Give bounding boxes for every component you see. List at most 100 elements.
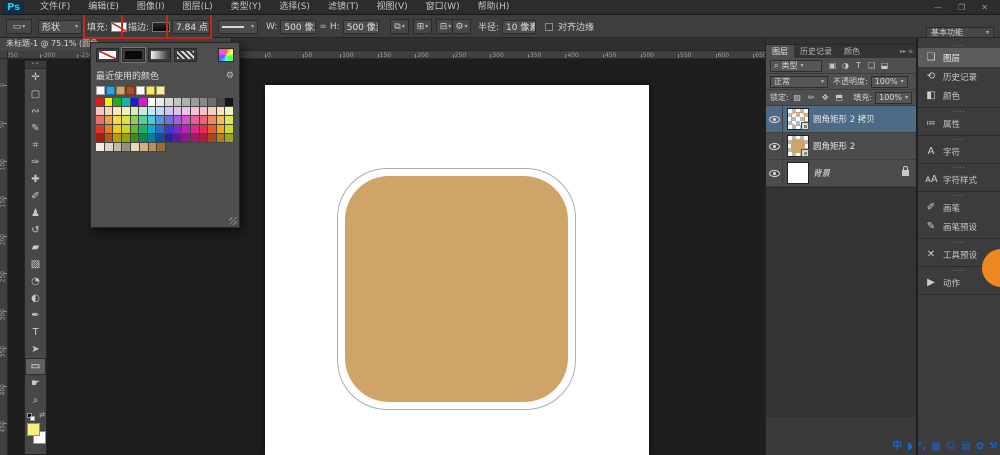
filter-adjustment-layers-icon[interactable]: ◑ [840, 61, 851, 70]
strip-layers-button[interactable]: ❏图层 [918, 48, 1000, 67]
ime-emoticon-icon[interactable]: ☺ [946, 440, 956, 454]
workspace-switcher[interactable]: 基本功能 ▾ [926, 27, 994, 38]
layer-row[interactable]: 背景 [766, 160, 916, 187]
color-swatch[interactable] [122, 116, 131, 125]
color-swatch[interactable] [217, 134, 226, 143]
rounded-rectangle-tool[interactable]: ▭ [25, 358, 46, 375]
blend-mode-select[interactable]: 正常 ▾ [770, 76, 828, 88]
gradient-tool[interactable]: ▧ [25, 256, 46, 273]
color-swatch[interactable] [105, 116, 114, 125]
recent-color-swatch[interactable] [146, 86, 155, 95]
visibility-toggle[interactable] [766, 106, 783, 132]
crop-tool[interactable]: ⌗ [25, 137, 46, 154]
pen-tool[interactable]: ✒ [25, 307, 46, 324]
quick-selection-tool[interactable]: ✎ [25, 120, 46, 137]
foreground-color-swatch[interactable] [27, 423, 40, 436]
ime-softkeyboard-icon[interactable]: ▦ [931, 440, 940, 454]
recent-color-swatch[interactable] [156, 86, 165, 95]
fill-gradient-button[interactable] [148, 48, 171, 62]
color-swatch[interactable] [105, 98, 114, 107]
tab-图层[interactable]: 图层 [766, 45, 794, 58]
layer-thumbnail[interactable] [787, 108, 809, 130]
color-swatch[interactable] [182, 98, 191, 107]
color-swatch[interactable] [139, 116, 148, 125]
color-swatch[interactable] [105, 107, 114, 116]
stroke-color-swatch[interactable] [152, 22, 170, 32]
color-swatch[interactable] [200, 107, 209, 116]
color-swatch[interactable] [208, 98, 217, 107]
color-swatch[interactable] [217, 125, 226, 134]
color-swatch[interactable] [165, 125, 174, 134]
align-edges-checkbox[interactable] [545, 23, 553, 31]
ime-skin-icon[interactable]: ✿ [976, 440, 984, 454]
restore-button[interactable]: ❐ [958, 3, 965, 12]
opacity-select[interactable]: 100% ▾ [871, 76, 908, 88]
color-swatch[interactable] [225, 98, 234, 107]
color-swatch[interactable] [139, 107, 148, 116]
dodge-tool[interactable]: ◐ [25, 290, 46, 307]
color-swatch[interactable] [200, 125, 209, 134]
type-tool[interactable]: T [25, 324, 46, 341]
lock-image-pixels-icon[interactable]: ✏ [806, 93, 817, 102]
recent-color-swatch[interactable] [106, 86, 115, 95]
fill-pattern-button[interactable] [174, 48, 197, 62]
color-swatch[interactable] [156, 134, 165, 143]
fill-opacity-select[interactable]: 100% ▾ [875, 92, 912, 104]
recent-color-swatch[interactable] [96, 86, 105, 95]
color-swatch[interactable] [105, 134, 114, 143]
color-swatch[interactable] [105, 125, 114, 134]
tool-preset-picker[interactable]: ▭ ▾ [6, 19, 32, 34]
color-swatch[interactable] [139, 134, 148, 143]
color-swatch[interactable] [122, 134, 131, 143]
close-button[interactable]: ✕ [981, 3, 988, 12]
color-swatch[interactable] [131, 134, 140, 143]
rounded-rect-shape[interactable] [345, 176, 568, 402]
ime-wrench-icon[interactable]: ⚒ [989, 440, 998, 454]
layer-thumbnail[interactable] [787, 135, 809, 157]
color-swatch[interactable] [122, 107, 131, 116]
color-swatch[interactable] [191, 98, 200, 107]
swap-colors-icon[interactable]: ⇄ [39, 411, 45, 419]
color-swatch[interactable] [200, 134, 209, 143]
ime-lang-button[interactable]: 中 [892, 440, 902, 454]
color-swatch[interactable] [217, 98, 226, 107]
color-swatch[interactable] [131, 116, 140, 125]
color-swatch[interactable] [191, 107, 200, 116]
menu-item-1[interactable]: 文件(F) [31, 0, 79, 15]
color-swatch[interactable] [156, 98, 165, 107]
color-swatch[interactable] [156, 125, 165, 134]
color-swatch[interactable] [148, 107, 157, 116]
color-swatch[interactable] [182, 116, 191, 125]
color-swatch[interactable] [182, 107, 191, 116]
tool-mode-select[interactable]: 形状 ▾ [38, 20, 82, 34]
color-swatch[interactable] [96, 134, 105, 143]
menu-item-8[interactable]: 视图(V) [367, 0, 416, 15]
color-swatch[interactable] [174, 125, 183, 134]
color-swatch[interactable] [148, 134, 157, 143]
lock-transparent-pixels-icon[interactable]: ▨ [792, 93, 803, 102]
color-swatch[interactable] [174, 134, 183, 143]
shape-width-input[interactable]: 500 像素 [280, 20, 316, 34]
color-swatch[interactable] [114, 143, 123, 152]
color-swatch[interactable] [191, 125, 200, 134]
color-swatch[interactable] [165, 134, 174, 143]
fill-solid-color-button[interactable] [122, 48, 145, 62]
fill-color-swatch[interactable] [111, 22, 127, 32]
color-swatch[interactable] [174, 116, 183, 125]
tab-颜色[interactable]: 颜色 [838, 45, 866, 58]
color-swatch[interactable] [225, 134, 234, 143]
tab-历史记录[interactable]: 历史记录 [794, 45, 838, 58]
link-dimensions-icon[interactable]: ∞ [319, 22, 327, 32]
menu-item-3[interactable]: 图像(I) [128, 0, 174, 15]
color-swatch[interactable] [165, 116, 174, 125]
color-swatch[interactable] [148, 116, 157, 125]
menu-item-10[interactable]: 帮助(H) [469, 0, 519, 15]
minimize-button[interactable]: — [934, 3, 942, 12]
color-swatch[interactable] [208, 134, 217, 143]
color-swatch[interactable] [113, 107, 122, 116]
recent-color-swatch[interactable] [116, 86, 125, 95]
recent-color-swatch[interactable] [126, 86, 135, 95]
color-swatch[interactable] [131, 125, 140, 134]
color-swatch[interactable] [113, 98, 122, 107]
color-swatch[interactable] [131, 98, 140, 107]
